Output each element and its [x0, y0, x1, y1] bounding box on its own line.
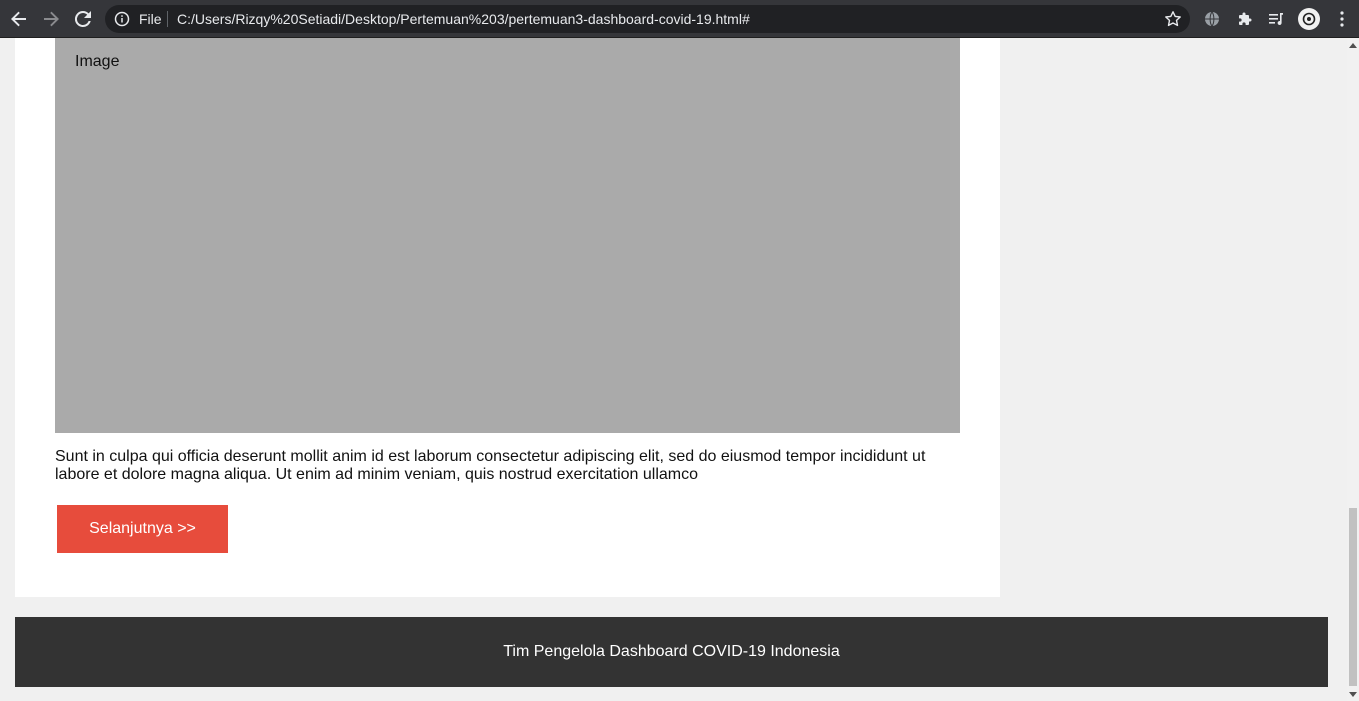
- extensions-puzzle-icon[interactable]: [1233, 7, 1257, 31]
- page-footer: Tim Pengelola Dashboard COVID-19 Indones…: [15, 617, 1328, 687]
- reload-icon[interactable]: [71, 7, 95, 31]
- scroll-thumb[interactable]: [1349, 508, 1357, 686]
- browser-toolbar: File C:/Users/Rizqy%20Setiadi/Desktop/Pe…: [0, 0, 1359, 38]
- media-queue-icon[interactable]: [1264, 7, 1288, 31]
- profile-avatar[interactable]: [1298, 8, 1320, 30]
- next-button[interactable]: Selanjutnya >>: [57, 505, 228, 553]
- forward-icon[interactable]: [39, 7, 63, 31]
- address-divider: [167, 11, 168, 27]
- page-viewport: Image Sunt in culpa qui officia deserunt…: [0, 38, 1347, 701]
- chrome-menu-icon[interactable]: [1330, 7, 1354, 31]
- globe-extension-icon[interactable]: [1200, 7, 1224, 31]
- bookmark-star-icon[interactable]: [1164, 10, 1182, 28]
- article-card: Image Sunt in culpa qui officia deserunt…: [15, 38, 1000, 597]
- image-label: Image: [75, 53, 120, 70]
- article-description: Sunt in culpa qui officia deserunt molli…: [55, 448, 926, 483]
- page-scrollbar[interactable]: [1347, 38, 1359, 701]
- address-bar[interactable]: File C:/Users/Rizqy%20Setiadi/Desktop/Pe…: [105, 5, 1190, 33]
- footer-text: Tim Pengelola Dashboard COVID-19 Indones…: [503, 643, 840, 660]
- scroll-down-arrow-icon[interactable]: [1347, 687, 1359, 701]
- image-placeholder: Image: [55, 38, 960, 433]
- back-icon[interactable]: [7, 7, 31, 31]
- scroll-up-arrow-icon[interactable]: [1347, 38, 1359, 52]
- scheme-label: File: [139, 11, 162, 27]
- url-text[interactable]: C:/Users/Rizqy%20Setiadi/Desktop/Pertemu…: [177, 11, 750, 27]
- info-icon[interactable]: [114, 11, 130, 27]
